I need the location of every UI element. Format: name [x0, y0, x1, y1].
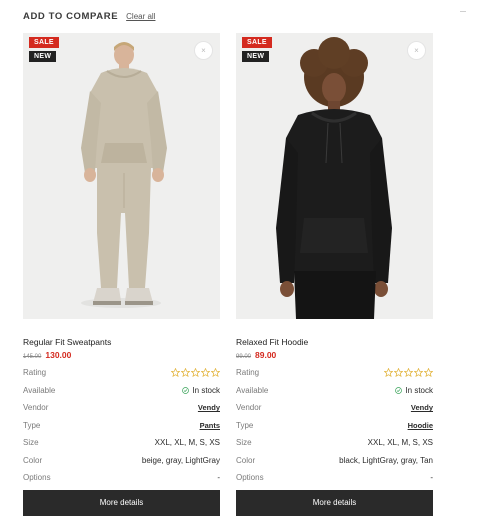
stock-text: In stock [192, 385, 220, 395]
price-new: 130.00 [45, 350, 72, 360]
compare-title: ADD TO COMPARE [23, 11, 119, 22]
hoodie-model-image [236, 33, 433, 319]
attr-row-options: Options - [23, 469, 220, 487]
more-details-button[interactable]: More details [236, 489, 433, 516]
type-link[interactable]: Hoodie [408, 421, 433, 430]
new-badge: NEW [29, 51, 57, 62]
type-link[interactable]: Pants [200, 421, 220, 430]
clear-all-link[interactable]: Clear all [126, 12, 155, 21]
attr-label: Rating [236, 368, 260, 378]
color-value: beige, gray, LightGray [141, 455, 220, 465]
attr-row-available: Available In stock [23, 382, 220, 400]
attr-label: Type [23, 420, 41, 430]
compare-header: ADD TO COMPARE Clear all [23, 11, 155, 22]
check-circle-icon [182, 386, 190, 394]
new-badge: NEW [242, 51, 270, 62]
star-icon [181, 368, 190, 378]
more-details-button[interactable]: More details [23, 489, 220, 516]
product-column: SALE NEW × Relaxed Fit Hoodie 99.00 89.0… [236, 33, 433, 516]
attr-row-available: Available In stock [236, 382, 433, 400]
star-icon [384, 368, 393, 378]
sale-badge: SALE [242, 37, 272, 48]
star-icon [171, 368, 180, 378]
size-value: XXL, XL, M, S, XS [154, 438, 220, 448]
star-icon [394, 368, 403, 378]
product-name[interactable]: Relaxed Fit Hoodie [236, 337, 433, 347]
product-image[interactable]: SALE NEW × [236, 33, 433, 319]
close-icon: × [201, 46, 206, 55]
attr-label: Size [236, 438, 252, 448]
rating-stars [171, 368, 220, 378]
attr-row-vendor: Vendor Vendy [236, 399, 433, 417]
star-icon [211, 368, 220, 378]
star-icon [404, 368, 413, 378]
attr-label: Color [23, 455, 43, 465]
attr-label: Available [236, 385, 269, 395]
attr-label: Vendor [236, 403, 262, 413]
attribute-table: Rating Available In stock Vendor Vendy T… [23, 364, 220, 487]
product-name[interactable]: Regular Fit Sweatpants [23, 337, 220, 347]
attr-label: Vendor [23, 403, 49, 413]
attr-row-rating: Rating [23, 364, 220, 382]
color-value: black, LightGray, gray, Tan [339, 455, 433, 465]
price-new: 89.00 [255, 350, 277, 360]
attr-label: Options [23, 473, 51, 483]
attr-row-type: Type Pants [23, 417, 220, 435]
attr-row-size: Size XXL, XL, M, S, XS [23, 434, 220, 452]
attr-label: Available [23, 385, 56, 395]
price-line: 145.00 130.00 [23, 350, 220, 360]
star-icon [191, 368, 200, 378]
attr-row-color: Color black, LightGray, gray, Tan [236, 452, 433, 470]
options-value: - [217, 473, 220, 483]
attr-label: Size [23, 438, 39, 448]
attr-label: Color [236, 455, 256, 465]
star-icon [201, 368, 210, 378]
attr-row-type: Type Hoodie [236, 417, 433, 435]
attr-label: Options [236, 473, 264, 483]
stock-status: In stock [182, 386, 220, 395]
sweatpants-model-image [23, 33, 220, 319]
options-value: - [430, 473, 433, 483]
star-icon [414, 368, 423, 378]
price-old: 145.00 [23, 354, 42, 360]
price-old: 99.00 [236, 354, 252, 360]
attr-row-rating: Rating [236, 364, 433, 382]
vendor-link[interactable]: Vendy [198, 403, 220, 412]
sale-badge: SALE [29, 37, 59, 48]
product-column: SALE NEW × Regular Fit Sweatpants 145.00… [23, 33, 220, 516]
collapse-icon[interactable] [460, 11, 466, 12]
size-value: XXL, XL, M, S, XS [367, 438, 433, 448]
attr-row-options: Options - [236, 469, 433, 487]
remove-product-button[interactable]: × [194, 41, 213, 60]
stock-status: In stock [395, 386, 433, 395]
attr-label: Type [236, 420, 254, 430]
close-icon: × [414, 46, 419, 55]
attribute-table: Rating Available In stock Vendor Vendy T… [236, 364, 433, 487]
attr-row-color: Color beige, gray, LightGray [23, 452, 220, 470]
price-line: 99.00 89.00 [236, 350, 433, 360]
product-image[interactable]: SALE NEW × [23, 33, 220, 319]
attr-row-vendor: Vendor Vendy [23, 399, 220, 417]
stock-text: In stock [405, 385, 433, 395]
compare-page: ADD TO COMPARE Clear all SALE NEW × Regu… [0, 0, 478, 530]
vendor-link[interactable]: Vendy [411, 403, 433, 412]
remove-product-button[interactable]: × [407, 41, 426, 60]
star-icon [424, 368, 433, 378]
attr-label: Rating [23, 368, 47, 378]
rating-stars [384, 368, 433, 378]
attr-row-size: Size XXL, XL, M, S, XS [236, 434, 433, 452]
check-circle-icon [395, 386, 403, 394]
